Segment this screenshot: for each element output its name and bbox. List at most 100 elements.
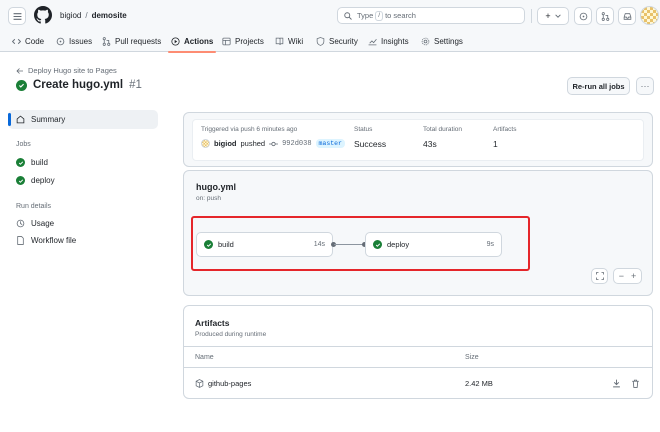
run-summary-card: Triggered via push 6 minutes ago bigiod … — [183, 112, 653, 167]
table-icon — [222, 37, 231, 46]
pull-request-icon — [601, 11, 609, 21]
play-icon — [171, 37, 180, 46]
duration-label: Total duration — [423, 126, 463, 133]
inbox-icon — [623, 12, 631, 20]
create-new-button[interactable]: + — [537, 7, 569, 25]
tab-label: Insights — [381, 37, 409, 46]
artifacts-count-value: 1 — [493, 139, 498, 149]
header-divider — [531, 9, 532, 23]
column-header-size: Size — [465, 354, 479, 361]
duration-value: 43s — [423, 139, 437, 149]
avatar[interactable] — [640, 6, 659, 25]
issue-icon — [56, 37, 65, 46]
fullscreen-button[interactable] — [591, 268, 608, 284]
tab-label: Code — [25, 37, 45, 46]
chevron-down-icon — [554, 14, 561, 18]
arrow-left-icon — [16, 67, 23, 74]
workflow-name[interactable]: hugo.yml — [196, 182, 236, 192]
copilot-icon — [579, 12, 587, 20]
search-placeholder-prefix: Type — [357, 11, 374, 20]
gear-icon — [421, 37, 430, 46]
trigger-details: bigiod pushed 992d038 master — [201, 139, 345, 148]
success-check-icon — [16, 176, 25, 185]
tab-label: Issues — [69, 37, 93, 46]
tab-wiki[interactable]: Wiki — [275, 31, 303, 52]
run-summary-panel: Triggered via push 6 minutes ago bigiod … — [192, 119, 644, 161]
tab-security[interactable]: Security — [316, 31, 358, 52]
artifacts-title: Artifacts — [195, 318, 230, 328]
pull-requests-button[interactable] — [596, 7, 614, 25]
actor-avatar — [201, 139, 210, 148]
sidebar-item-label: build — [31, 158, 48, 167]
tab-settings[interactable]: Settings — [421, 31, 463, 52]
sidebar-item-workflow-file[interactable]: Workflow file — [8, 231, 158, 250]
artifacts-count-label: Artifacts — [493, 126, 517, 133]
actor-name[interactable]: bigiod — [214, 139, 237, 148]
back-link-label: Deploy Hugo site to Pages — [28, 66, 117, 75]
status-value: Success — [354, 139, 387, 149]
sidebar-item-label: Usage — [31, 219, 55, 228]
more-options-button[interactable]: ··· — [636, 77, 654, 95]
artifacts-subtitle: Produced during runtime — [195, 331, 267, 338]
owner-link[interactable]: bigiod — [60, 11, 81, 20]
tab-label: Projects — [235, 37, 264, 46]
table-row: github-pages 2.42 MB — [184, 368, 652, 398]
tab-code[interactable]: Code — [12, 31, 44, 52]
trash-icon[interactable] — [631, 379, 640, 388]
home-icon — [16, 115, 25, 124]
sidebar-item-label: Workflow file — [31, 236, 77, 245]
commit-icon — [269, 141, 279, 146]
sidebar-item-deploy[interactable]: deploy — [8, 171, 158, 190]
tab-label: Security — [329, 37, 358, 46]
clock-icon — [16, 219, 25, 228]
breadcrumb: bigiod / demosite — [60, 11, 127, 20]
artifact-size: 2.42 MB — [465, 379, 493, 388]
fullscreen-icon — [595, 272, 604, 280]
sidebar-item-summary[interactable]: Summary — [8, 110, 158, 129]
status-label: Status — [354, 126, 373, 133]
repo-link[interactable]: demosite — [92, 11, 127, 20]
plus-icon: + — [545, 11, 551, 21]
artifacts-card: Artifacts Produced during runtime Name S… — [183, 305, 653, 399]
zoom-out-button[interactable]: − — [619, 271, 624, 281]
global-header: bigiod / demosite Type / to search + — [0, 0, 660, 31]
zoom-controls: − + — [613, 268, 642, 284]
file-icon — [17, 236, 24, 245]
graph-icon — [368, 38, 377, 46]
menu-button[interactable] — [8, 7, 26, 25]
book-icon — [275, 37, 284, 45]
tab-issues[interactable]: Issues — [56, 31, 92, 52]
pull-request-icon — [102, 37, 111, 46]
copilot-button[interactable] — [574, 7, 592, 25]
run-title: Create hugo.yml #1 — [16, 79, 142, 91]
back-to-workflow-link[interactable]: Deploy Hugo site to Pages — [16, 66, 117, 75]
sidebar-item-build[interactable]: build — [8, 153, 158, 172]
sidebar-run-details-heading: Run details — [16, 203, 52, 210]
tab-insights[interactable]: Insights — [368, 31, 409, 52]
artifact-name-link[interactable]: github-pages — [208, 379, 251, 388]
zoom-in-button[interactable]: + — [631, 271, 636, 281]
run-number: #1 — [129, 79, 142, 91]
tab-projects[interactable]: Projects — [222, 31, 264, 52]
success-check-icon — [16, 158, 25, 167]
tab-label: Wiki — [288, 37, 304, 46]
artifacts-table-header: Name Size — [184, 346, 652, 368]
search-icon — [344, 11, 352, 20]
tab-pull-requests[interactable]: Pull requests — [102, 31, 161, 52]
trigger-action: pushed — [240, 139, 266, 148]
github-logo-icon[interactable] — [34, 6, 52, 24]
branch-badge[interactable]: master — [315, 139, 345, 148]
inbox-button[interactable] — [618, 7, 636, 25]
highlight-annotation-box — [191, 216, 530, 271]
tab-label: Settings — [434, 37, 463, 46]
commit-sha[interactable]: 992d038 — [282, 140, 311, 148]
breadcrumb-separator: / — [85, 11, 88, 20]
repo-nav-tabs: Code Issues Pull requests Actions Projec… — [0, 31, 660, 53]
tab-actions[interactable]: Actions — [167, 31, 217, 53]
rerun-all-jobs-button[interactable]: Re-run all jobs — [567, 77, 630, 95]
menu-icon — [13, 12, 21, 20]
workflow-trigger: on: push — [196, 195, 221, 202]
download-icon[interactable] — [612, 379, 621, 388]
trigger-label: Triggered via push 6 minutes ago — [201, 126, 298, 133]
search-input[interactable]: Type / to search — [337, 7, 525, 24]
